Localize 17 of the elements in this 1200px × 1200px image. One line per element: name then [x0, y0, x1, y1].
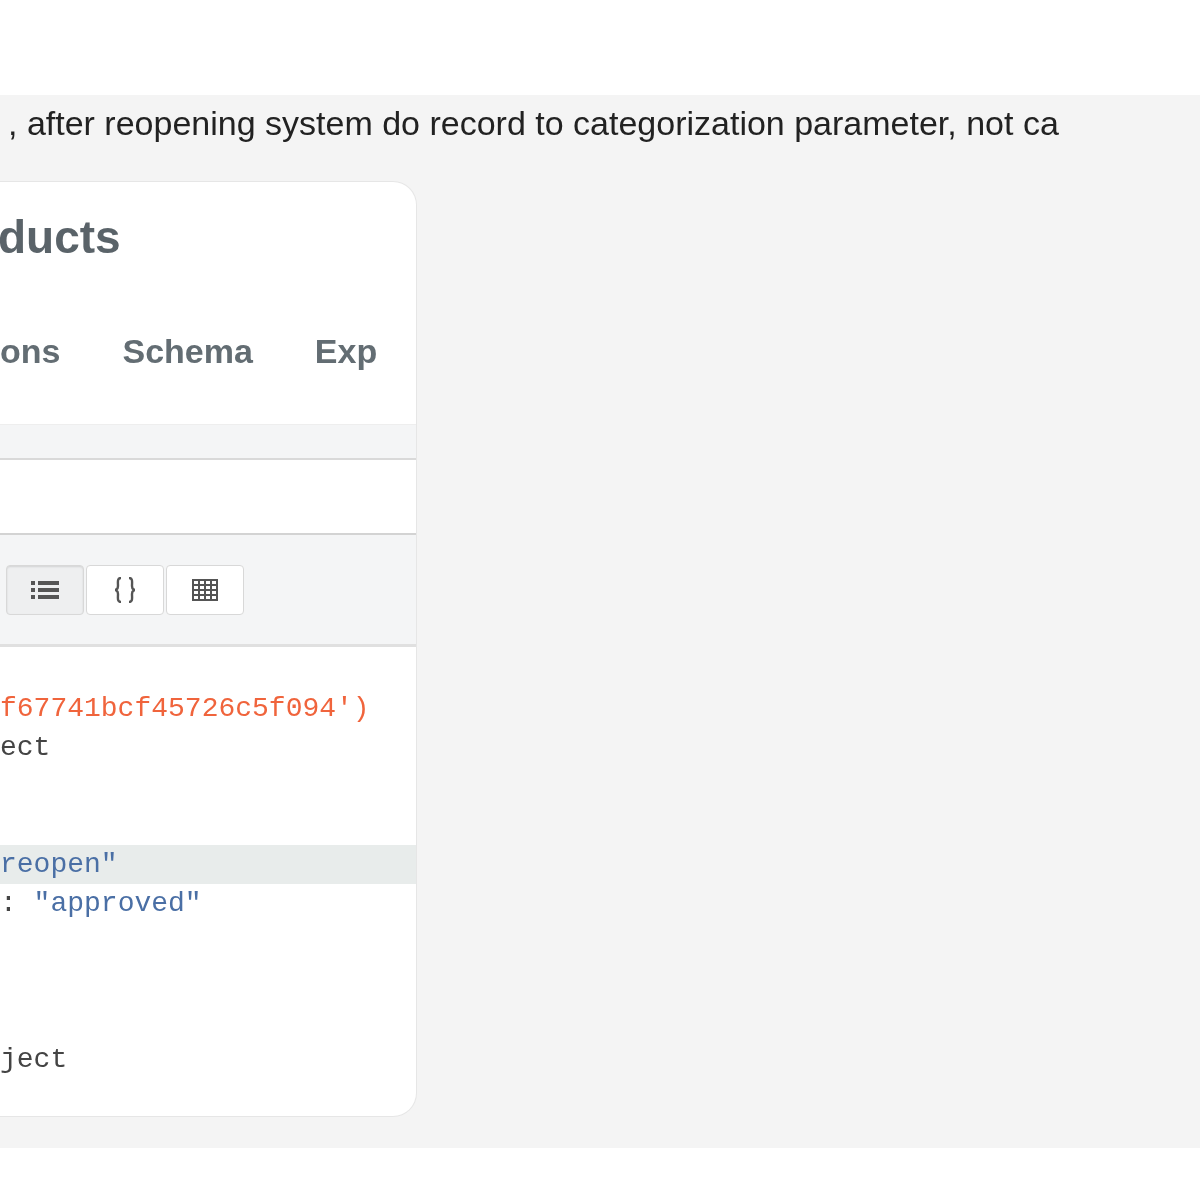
list-icon — [31, 579, 59, 600]
tab[interactable]: ons — [0, 331, 61, 371]
braces-icon — [113, 576, 137, 603]
table-icon — [192, 578, 218, 601]
code-text: ect — [0, 732, 51, 763]
description-text: , after reopening system do record to categorization parameter, not ca — [7, 103, 1060, 144]
list-view-button[interactable] — [6, 564, 84, 615]
code-text: "approved" — [32, 888, 202, 919]
tab[interactable]: Exp — [314, 331, 378, 371]
collection-title: ducts — [0, 210, 122, 265]
table-view-button[interactable] — [166, 564, 244, 615]
json-view-button[interactable] — [86, 564, 164, 615]
code-text: : — [0, 888, 17, 919]
code-text: reopen" — [0, 849, 118, 880]
code-text: f67741bcf45726c5f094') — [0, 693, 370, 724]
tab[interactable]: Schema — [122, 331, 253, 371]
code-text: ject — [0, 1044, 68, 1075]
